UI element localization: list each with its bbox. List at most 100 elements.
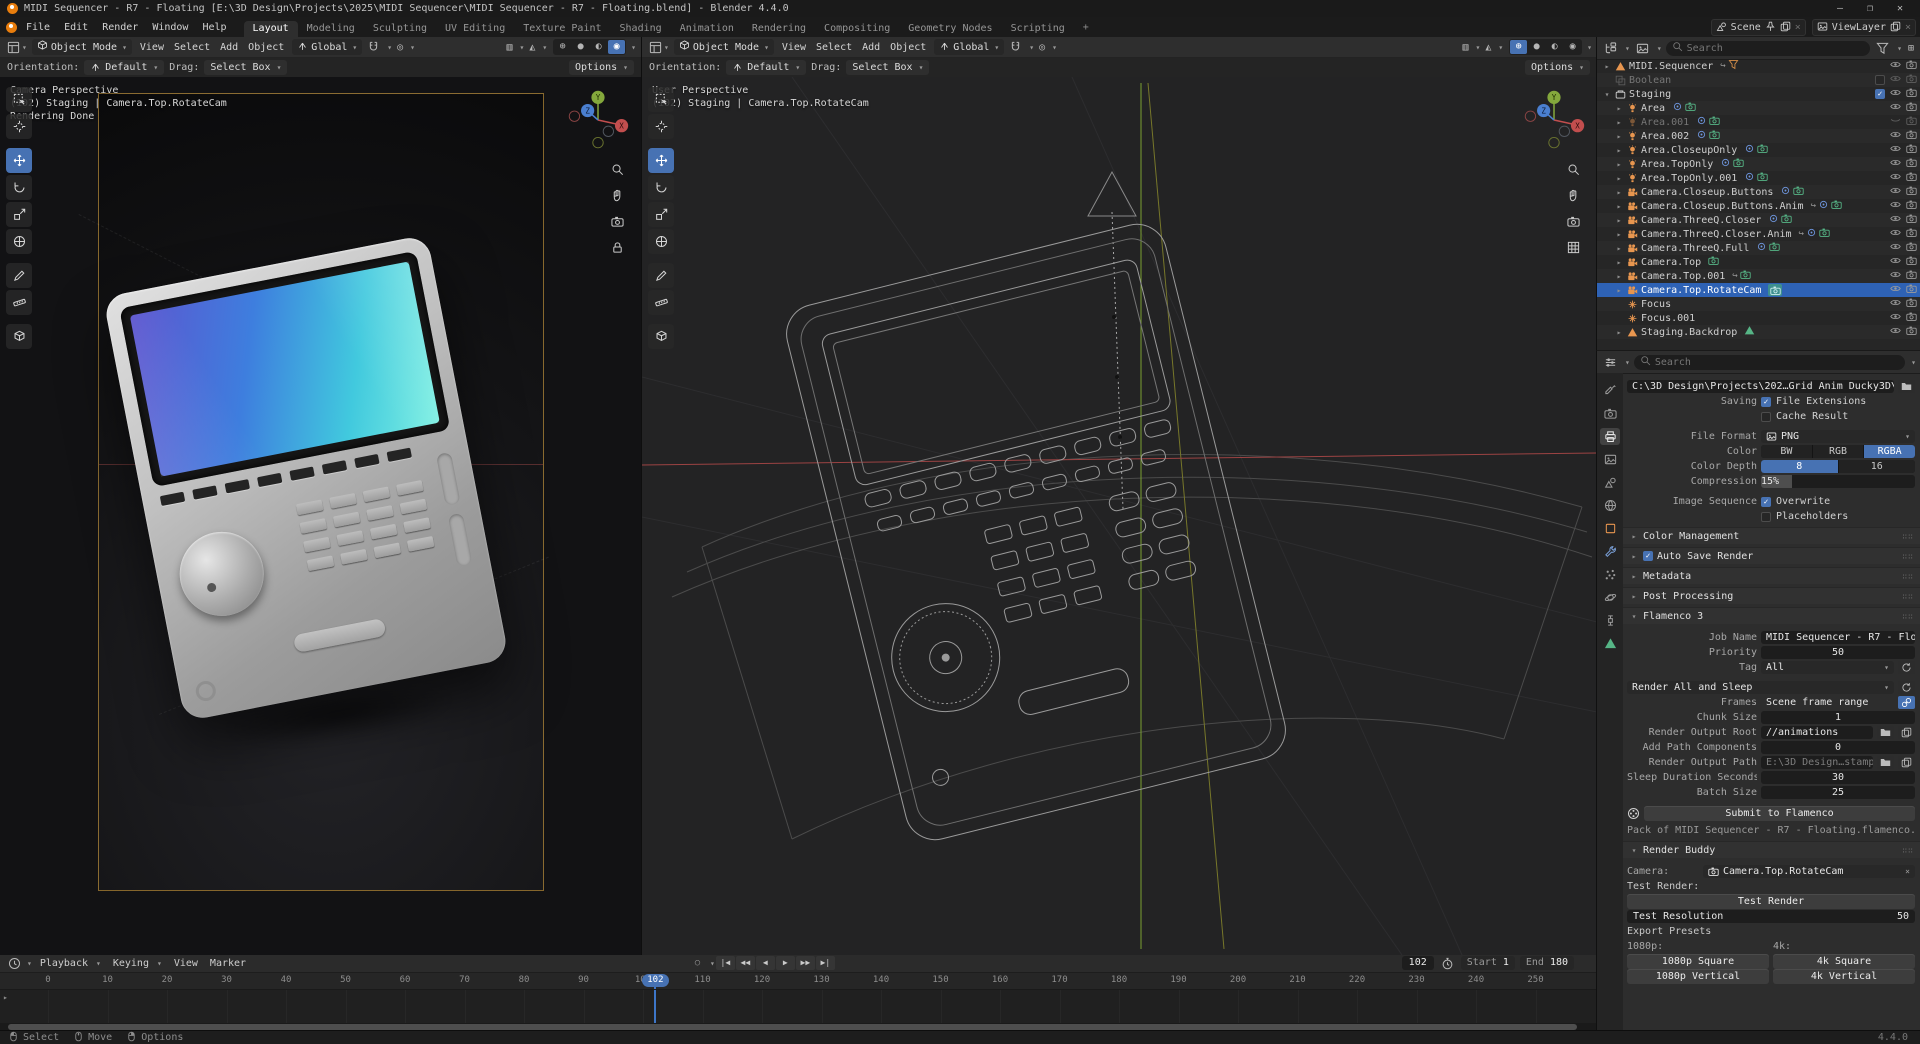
editor-type-icon[interactable]: ▾: [5, 41, 29, 54]
shading-solid-icon[interactable]: ●: [1528, 40, 1545, 54]
hide-eye-icon[interactable]: [1890, 199, 1901, 213]
editor-type-icon[interactable]: [1602, 42, 1619, 55]
outliner-item[interactable]: Focus: [1597, 297, 1920, 311]
disable-render-icon[interactable]: [1906, 185, 1917, 199]
properties-tab-modifiers[interactable]: [1600, 543, 1620, 560]
shading-material-icon[interactable]: ◐: [1546, 40, 1563, 54]
shading-rendered-icon[interactable]: ◉: [608, 40, 625, 54]
folder-icon[interactable]: [1898, 380, 1915, 393]
disable-render-icon[interactable]: [1906, 213, 1917, 227]
pan-hand-icon[interactable]: [1567, 189, 1580, 205]
play-reverse-button[interactable]: ◀: [756, 956, 775, 970]
outliner-item[interactable]: ▸Area.001: [1597, 115, 1920, 129]
viewport-menu-object[interactable]: Object: [885, 42, 931, 53]
disable-render-icon[interactable]: [1906, 59, 1917, 73]
zoom-icon[interactable]: [611, 163, 624, 179]
workspace-tab-sculpting[interactable]: Sculpting: [364, 21, 436, 37]
hide-eye-icon[interactable]: [1890, 59, 1901, 73]
outliner-item[interactable]: ▸Camera.Closeup.Buttons: [1597, 185, 1920, 199]
display-mode-icon[interactable]: [1634, 42, 1651, 55]
minimize-button[interactable]: —: [1827, 3, 1853, 14]
show-overlays-icon[interactable]: ◭: [527, 42, 537, 53]
properties-search-input[interactable]: Search: [1634, 355, 1905, 370]
sleep-duration-field[interactable]: 30: [1761, 771, 1915, 784]
timeline-tracks[interactable]: ▸: [0, 990, 1596, 1023]
camera-view-icon[interactable]: [1567, 215, 1580, 231]
transform-orientation-dropdown[interactable]: Global▾: [934, 39, 1004, 55]
workspace-tab-shading[interactable]: Shading: [611, 21, 671, 37]
end-frame-field[interactable]: End180: [1520, 956, 1574, 970]
blender-menu-icon[interactable]: [6, 22, 17, 33]
hide-eye-icon[interactable]: [1890, 73, 1901, 87]
expand-arrow-icon[interactable]: ▸: [1614, 244, 1624, 253]
outliner-search-input[interactable]: Search: [1666, 41, 1870, 56]
drag-dropdown[interactable]: Select Box▾: [846, 60, 929, 75]
mode-dropdown[interactable]: Object Mode▾: [674, 39, 774, 55]
options-chevron[interactable]: ▾: [1911, 358, 1916, 367]
outliner-item[interactable]: ▸Camera.ThreeQ.Closer.Anim↪: [1597, 227, 1920, 241]
disable-render-icon[interactable]: [1906, 269, 1917, 283]
tool-scale[interactable]: [648, 202, 674, 227]
checkbox-row[interactable]: ✓Overwrite: [1761, 496, 1830, 507]
new-collection-icon[interactable]: ⊞: [1906, 43, 1916, 54]
test-resolution-slider[interactable]: Test Resolution50: [1627, 910, 1915, 923]
tool-annotate[interactable]: [648, 263, 674, 288]
panel-color-management[interactable]: ▸Color Management∷∷: [1623, 527, 1920, 544]
tool-move[interactable]: [6, 148, 32, 173]
panel-render-buddy[interactable]: ▾Render Buddy∷∷: [1623, 841, 1920, 858]
viewport-menu-select[interactable]: Select: [169, 42, 215, 53]
viewport-3d-canvas[interactable]: Camera Perspective (102) Staging | Camer…: [0, 77, 641, 955]
stopwatch-icon[interactable]: [1439, 957, 1456, 970]
timeline-menu-marker[interactable]: Marker: [204, 958, 252, 969]
outliner-item[interactable]: ▸Camera.Top.001↪: [1597, 269, 1920, 283]
panel-auto-save-render[interactable]: ▸✓Auto Save Render∷∷: [1623, 547, 1920, 564]
workspace-tab-compositing[interactable]: Compositing: [815, 21, 899, 37]
file-browser-icon[interactable]: [1898, 726, 1915, 739]
checkbox-row[interactable]: Cache Result: [1761, 411, 1848, 422]
orientation-dropdown[interactable]: Default▾: [84, 60, 164, 75]
workspace-tab-rendering[interactable]: Rendering: [743, 21, 815, 37]
navigation-gizmo[interactable]: YXZ: [1521, 87, 1587, 156]
expand-arrow-icon[interactable]: ▸: [1614, 146, 1624, 155]
viewport-menu-object[interactable]: Object: [243, 42, 289, 53]
proportional-edit-icon[interactable]: ◎: [1037, 42, 1047, 53]
properties-tab-view-layer[interactable]: [1600, 451, 1620, 468]
orientation-dropdown[interactable]: Default▾: [726, 60, 806, 75]
outliner-item[interactable]: ▸Area.TopOnly.001: [1597, 171, 1920, 185]
hide-eye-icon[interactable]: [1890, 129, 1901, 143]
snap-magnet-icon[interactable]: [1007, 41, 1024, 54]
refresh-icon[interactable]: [1898, 661, 1915, 674]
disable-render-icon[interactable]: [1906, 171, 1917, 185]
viewport-menu-view[interactable]: View: [777, 42, 811, 53]
preset-button[interactable]: 4k Vertical: [1773, 969, 1915, 984]
lock-icon[interactable]: [611, 241, 624, 257]
file-format-dropdown[interactable]: PNG▾: [1761, 430, 1915, 443]
mode-dropdown[interactable]: Object Mode▾: [32, 39, 132, 55]
color-depth-segment[interactable]: 816: [1761, 460, 1915, 473]
tool-box-select[interactable]: [648, 87, 674, 112]
close-button[interactable]: ✕: [1887, 3, 1913, 14]
tool-measure[interactable]: [648, 290, 674, 315]
collection-checkbox[interactable]: ✓: [1875, 89, 1885, 99]
viewport-menu-add[interactable]: Add: [857, 42, 885, 53]
timeline-menu-keying[interactable]: Keying ▾: [107, 958, 168, 969]
properties-tab-constraints[interactable]: [1600, 612, 1620, 629]
hide-eye-icon[interactable]: [1890, 185, 1901, 199]
hide-eye-icon[interactable]: [1890, 297, 1901, 311]
tool-transform[interactable]: [648, 229, 674, 254]
panel-post-processing[interactable]: ▸Post Processing∷∷: [1623, 587, 1920, 604]
disable-render-icon[interactable]: [1906, 101, 1917, 115]
properties-tab-data[interactable]: [1600, 635, 1620, 652]
tool-cursor[interactable]: [648, 114, 674, 139]
workspace-tab-geometry-nodes[interactable]: Geometry Nodes: [899, 21, 1001, 37]
workspace-tab-modeling[interactable]: Modeling: [298, 21, 364, 37]
properties-tab-object[interactable]: [1600, 520, 1620, 537]
record-icon[interactable]: ○: [688, 956, 707, 970]
chunk-size-field[interactable]: 1: [1761, 711, 1915, 724]
camera-view-icon[interactable]: [611, 215, 624, 231]
prev-keyframe-button[interactable]: ◀◀: [736, 956, 755, 970]
disable-render-icon[interactable]: [1906, 73, 1917, 87]
timeline-ruler[interactable]: 102 010203040506070809010011012013014015…: [0, 973, 1596, 990]
file-browser-icon[interactable]: [1898, 756, 1915, 769]
disable-render-icon[interactable]: [1906, 241, 1917, 255]
